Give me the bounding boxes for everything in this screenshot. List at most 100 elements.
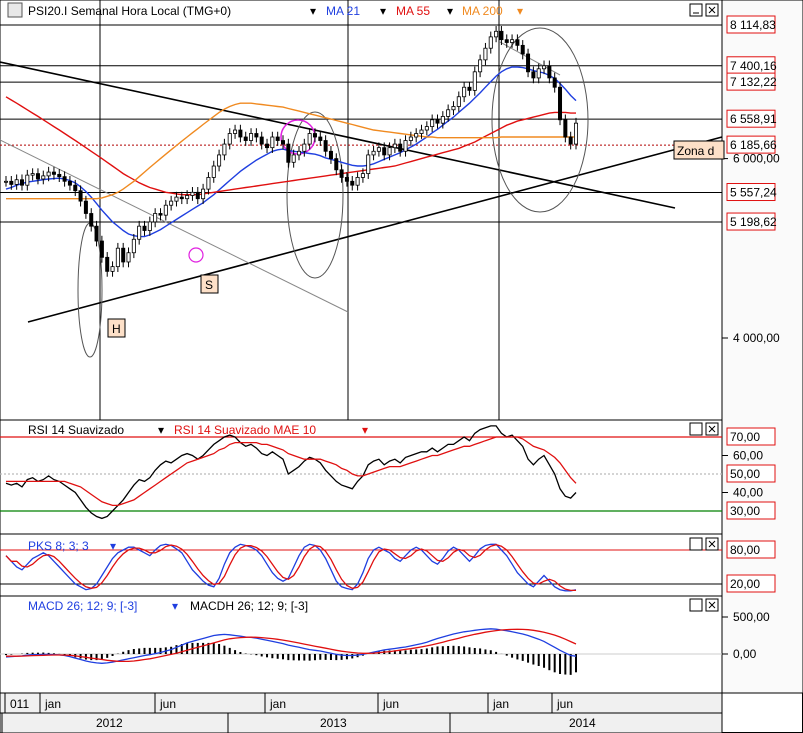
price-bar-body [265,143,270,149]
price-bar-body [9,180,14,185]
ma200-arrow-icon[interactable]: ▾ [517,4,523,18]
price-bar-body [451,106,456,111]
price-bar-body [137,225,142,240]
ma200-legend[interactable]: MA 200 [462,4,503,18]
menu-icon[interactable] [7,2,23,18]
price-bar-body [398,143,403,152]
price-bar-body [344,177,349,182]
year-label-2: 2014 [569,716,596,730]
price-bar-body [467,86,472,91]
rsi-dropdown-icon[interactable]: ▾ [158,423,164,437]
price-bar-body [259,136,264,145]
price-bar-body [78,190,83,202]
ma21-dropdown-icon[interactable]: ▾ [310,4,316,18]
price-bar-body [51,171,56,175]
rsi-badge-1: 50,00 [730,467,760,481]
price-bar-body [190,191,195,196]
price-bar-body [222,143,227,156]
price-bar-body [414,133,419,138]
price-bar-body [185,195,190,200]
month-label-3: jan [269,697,286,711]
price-bar-body [478,59,483,73]
h-label: H [112,322,121,336]
month-label-5: jan [492,697,509,711]
price-bar-body [307,133,312,145]
price-bar-body [360,173,365,178]
price-bar-body [243,136,248,141]
macd-dropdown-icon[interactable]: ▾ [172,599,178,613]
price-bar-body [366,154,371,174]
price-bar-body [504,39,509,43]
price-bar-body [334,158,339,171]
price-bar-body [387,147,392,156]
price-bar-body [147,221,152,231]
year-label-0: 2012 [96,716,123,730]
macd-legend[interactable]: MACD 26; 12; 9; [-3] [28,599,137,613]
pks-legend[interactable]: PKS 8; 3; 3 [28,539,89,553]
price-bar-body [499,30,504,41]
price-bar-body [99,240,104,258]
price-bar-body [382,147,387,156]
price-bar-body [568,136,573,145]
price-bar-body [83,200,88,214]
price-bar-body [41,175,46,180]
price-bar-body [217,154,222,167]
price-bar-body [211,165,216,178]
price-label-3: 6 558,91 [730,112,777,126]
price-panel [0,0,723,421]
price-bar-body [89,213,94,227]
price-bar-body [238,129,243,138]
price-bar-body [462,86,467,98]
price-bar-body [456,96,461,107]
rsi-ma-legend[interactable]: RSI 14 Suavizado MAE 10 [174,423,316,437]
price-bar-body [350,180,355,186]
price-bar-body [46,171,51,177]
rsi-legend[interactable]: RSI 14 Suavizado [28,423,124,437]
price-bar-body [275,136,280,141]
ma200-dropdown-icon[interactable]: ▾ [447,4,453,18]
price-bar-body [169,200,174,206]
ma55-legend[interactable]: MA 55 [396,4,430,18]
price-bar-body [25,174,30,186]
price-bar-body [227,133,232,145]
price-bar-body [281,140,286,145]
price-tick-1: 4 000,00 [733,331,780,345]
price-bar-body [153,213,158,223]
price-label-6: 5 198,62 [730,215,777,229]
price-bar-body [520,44,525,55]
price-bar-body [270,136,275,149]
macdh-legend[interactable]: MACDH 26; 12; 9; [-3] [190,599,308,613]
price-bar-body [403,140,408,152]
price-bar-body [563,119,568,138]
rsi-ma-dropdown-icon[interactable]: ▾ [362,423,368,437]
price-bar-body [233,129,238,134]
price-bar-body [483,47,488,61]
price-bar-body [542,65,547,70]
price-bar-body [531,71,536,79]
pks-dropdown-icon[interactable]: ▾ [110,539,116,553]
rsi-badge-2: 30,00 [730,504,760,518]
price-bar-body [206,177,211,190]
price-bar-body [35,173,40,180]
pks-badge-1: 20,00 [730,577,760,591]
price-bar-body [435,119,440,124]
price-bar-body [142,225,147,231]
price-tick-0: 6 000,00 [733,152,780,166]
price-bar-body [249,133,254,141]
price-bar-body [419,129,424,134]
pks-badge-0: 80,00 [730,543,760,557]
price-bar-body [536,68,541,79]
ma21-legend[interactable]: MA 21 [326,4,360,18]
rsi-tick-0: 60,00 [733,449,763,463]
minimize-button[interactable] [689,3,703,17]
price-bar-body [105,256,110,272]
price-bar-body [73,184,78,192]
price-bar-body [355,177,360,186]
ma55-dropdown-icon[interactable]: ▾ [380,4,386,18]
s-label: S [205,278,213,292]
price-bar-body [424,126,429,131]
rsi-badge-0: 70,00 [730,430,760,444]
price-bar-body [430,119,435,127]
price-bar-body [488,36,493,49]
price-bar-body [312,133,317,138]
